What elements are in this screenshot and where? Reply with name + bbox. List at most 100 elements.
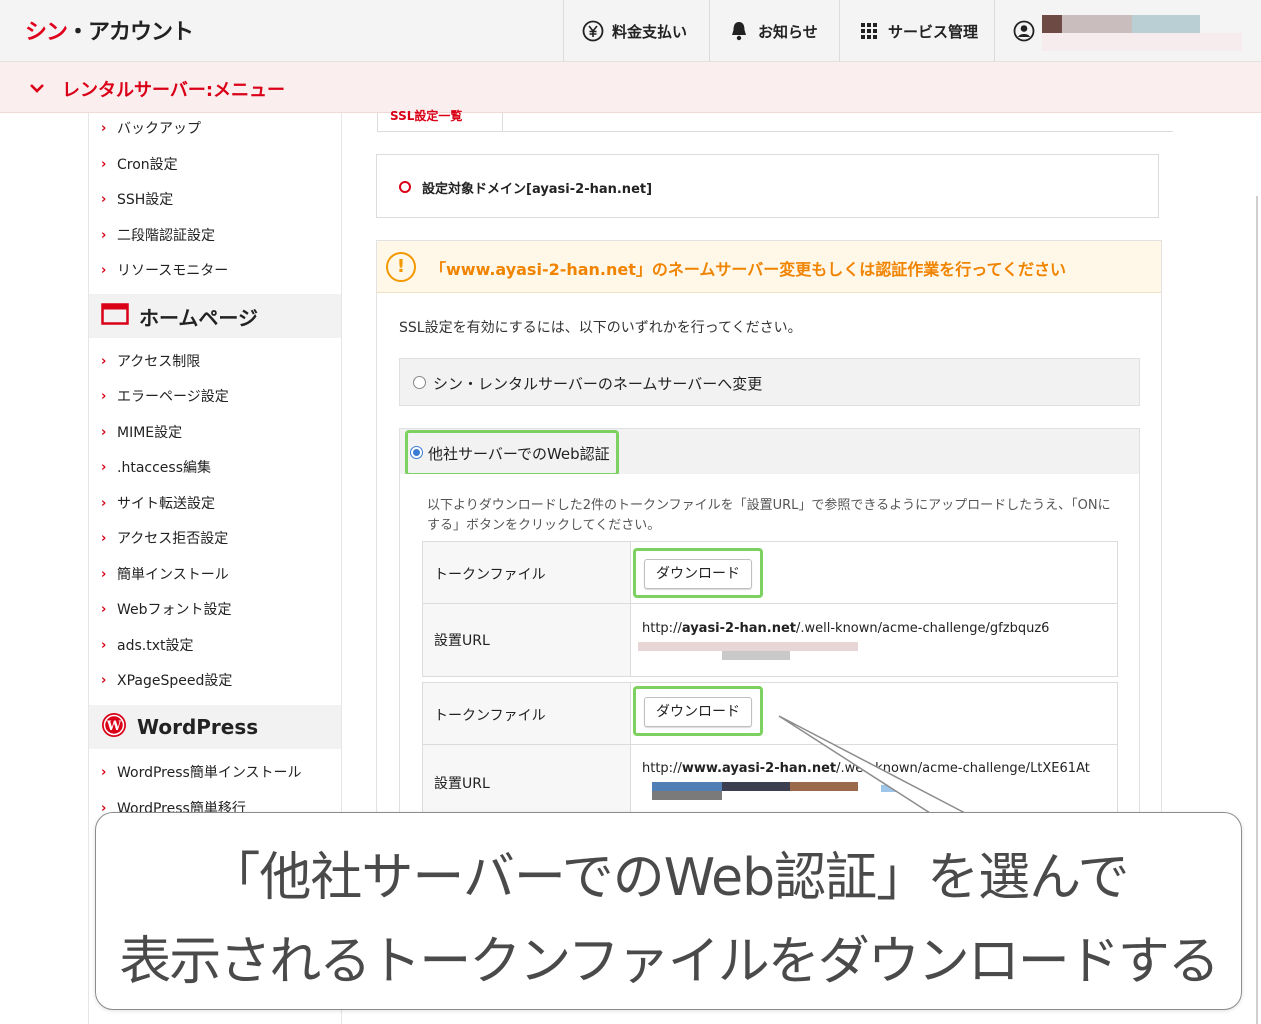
target-domain-box: 設定対象ドメイン[ayasi-2-han.net] bbox=[376, 154, 1159, 218]
redacted-token bbox=[881, 785, 901, 792]
tab-ssl-list-label: SSL設定一覧 bbox=[390, 109, 463, 123]
sidebar-item-label: アクセス制限 bbox=[117, 354, 201, 370]
sidebar-item-ssh[interactable]: › SSH設定 bbox=[101, 184, 173, 214]
sidebar-item-backup[interactable]: › バックアップ bbox=[101, 113, 201, 143]
sidebar-item-site-redirect[interactable]: › サイト転送設定 bbox=[101, 488, 215, 518]
sidebar-item-mime[interactable]: › MIME設定 bbox=[101, 417, 182, 447]
sidebar-item-htaccess[interactable]: › .htaccess編集 bbox=[101, 452, 211, 482]
app-logo[interactable]: シン・アカウント bbox=[25, 14, 194, 46]
url-suffix: /.well-known/acme-challenge/gfzbquz6 bbox=[795, 621, 1050, 636]
sidebar-section-title: WordPress bbox=[137, 715, 259, 739]
menu-title[interactable]: レンタルサーバー:メニュー bbox=[62, 76, 285, 102]
chevron-right-icon: › bbox=[101, 424, 107, 440]
callout-line-1: 「他社サーバーでのWeb認証」を選んで bbox=[208, 848, 1129, 908]
sidebar-item-wp-install[interactable]: › WordPress簡単インストール bbox=[101, 757, 302, 787]
rental-server-menu-bar[interactable]: レンタルサーバー:メニュー bbox=[0, 62, 1261, 113]
sidebar-section-homepage: ホームページ bbox=[89, 294, 341, 338]
chevron-right-icon: › bbox=[101, 601, 107, 617]
chevron-right-icon: › bbox=[101, 353, 107, 369]
install-url-label: 設置URL bbox=[434, 776, 490, 792]
chevron-down-icon[interactable] bbox=[29, 76, 45, 101]
option-web-auth-label[interactable]: 他社サーバーでのWeb認証 bbox=[428, 443, 610, 464]
web-auth-details: 以下よりダウンロードした2件のトークンファイルを「設置URL」で参照できるように… bbox=[399, 474, 1140, 835]
sidebar-item-access-limit[interactable]: › アクセス制限 bbox=[101, 346, 200, 376]
yen-icon bbox=[582, 20, 604, 42]
chevron-right-icon: › bbox=[101, 530, 107, 546]
sidebar-item-label: SSH設定 bbox=[117, 192, 174, 208]
url-domain: ayasi-2-han.net bbox=[681, 621, 796, 636]
sidebar-item-easy-install[interactable]: › 簡単インストール bbox=[101, 559, 229, 589]
sidebar-item-resource-monitor[interactable]: › リソースモニター bbox=[101, 255, 228, 285]
chevron-right-icon: › bbox=[101, 388, 107, 404]
redacted-token bbox=[638, 642, 858, 651]
chevron-right-icon: › bbox=[101, 227, 107, 243]
url-domain: www.ayasi-2-han.net bbox=[681, 761, 837, 776]
sidebar-item-xpagespeed[interactable]: › XPageSpeed設定 bbox=[101, 665, 232, 695]
tab-ssl-list[interactable]: SSL設定一覧 bbox=[377, 109, 503, 132]
radio-button-selected[interactable] bbox=[410, 446, 423, 459]
download-button[interactable]: ダウンロード bbox=[644, 697, 752, 727]
sidebar-item-label: バックアップ bbox=[117, 121, 201, 137]
account-name-redacted bbox=[1042, 33, 1242, 51]
chevron-right-icon: › bbox=[101, 566, 107, 582]
chevron-right-icon: › bbox=[101, 764, 107, 780]
url-prefix: http:// bbox=[642, 761, 682, 776]
sidebar-item-label: サイト転送設定 bbox=[117, 496, 215, 512]
intro-text: SSL設定を有効にするには、以下のいずれかを行ってください。 bbox=[399, 320, 802, 336]
chevron-right-icon: › bbox=[101, 262, 107, 278]
sidebar-section-title: ホームページ bbox=[139, 305, 258, 330]
sidebar-item-2fa[interactable]: › 二段階認証設定 bbox=[101, 220, 215, 250]
table-row: トークンファイル ダウンロード bbox=[423, 683, 1117, 745]
sidebar-section-wordpress: W WordPress bbox=[89, 705, 341, 749]
option-nameserver-change[interactable]: シン・レンタルサーバーのネームサーバーへ変更 bbox=[399, 358, 1140, 406]
redacted-token bbox=[722, 651, 790, 660]
sidebar-item-label: Cron設定 bbox=[117, 157, 178, 173]
url-prefix: http:// bbox=[642, 621, 682, 636]
sidebar-item-cron[interactable]: › Cron設定 bbox=[101, 149, 178, 179]
instruction-callout: 「他社サーバーでのWeb認証」を選んで 表示されるトークンファイルをダウンロード… bbox=[95, 812, 1242, 1010]
sidebar-item-access-deny[interactable]: › アクセス拒否設定 bbox=[101, 523, 228, 553]
nav-payment-label: 料金支払い bbox=[612, 22, 688, 41]
chevron-right-icon: › bbox=[101, 637, 107, 653]
logo-red-text: シン bbox=[25, 20, 68, 45]
sidebar-item-error-page[interactable]: › エラーページ設定 bbox=[101, 381, 229, 411]
table-key-cell: トークンファイル bbox=[423, 542, 631, 603]
sidebar-item-label: ads.txt設定 bbox=[117, 638, 194, 654]
nav-service-management[interactable]: サービス管理 bbox=[839, 0, 994, 62]
sidebar-item-label: WordPress簡単インストール bbox=[117, 765, 302, 781]
scrollbar[interactable] bbox=[1256, 196, 1258, 1024]
table-key-cell: トークンファイル bbox=[423, 683, 631, 744]
token-file-label: トークンファイル bbox=[434, 708, 546, 724]
callout-line-2: 表示されるトークンファイルをダウンロードする bbox=[119, 932, 1219, 992]
chevron-right-icon: › bbox=[101, 191, 107, 207]
table-key-cell: 設置URL bbox=[423, 604, 631, 676]
nav-payment[interactable]: 料金支払い bbox=[563, 0, 709, 62]
redacted-token bbox=[652, 782, 722, 791]
sidebar-item-label: リソースモニター bbox=[117, 263, 229, 279]
chevron-right-icon: › bbox=[101, 672, 107, 688]
install-url-label: 設置URL bbox=[434, 633, 490, 649]
nav-notice[interactable]: お知らせ bbox=[709, 0, 839, 62]
nav-service-label: サービス管理 bbox=[888, 22, 979, 41]
redacted-token bbox=[722, 782, 790, 791]
table-row: 設置URL http://ayasi-2-han.net/.well-known… bbox=[423, 604, 1117, 676]
sidebar-item-label: アクセス拒否設定 bbox=[117, 531, 229, 547]
redacted-token bbox=[652, 791, 722, 800]
top-header: シン・アカウント 料金支払い お知らせ サービス管理 bbox=[0, 0, 1261, 62]
sidebar-item-webfont[interactable]: › Webフォント設定 bbox=[101, 594, 232, 624]
exclamation-icon: ! bbox=[386, 252, 416, 282]
account-name-redacted bbox=[1042, 15, 1062, 33]
chevron-right-icon: › bbox=[101, 156, 107, 172]
sidebar-item-label: 二段階認証設定 bbox=[117, 228, 215, 244]
download-button[interactable]: ダウンロード bbox=[644, 559, 752, 589]
account-name-redacted bbox=[1132, 15, 1200, 33]
window-icon bbox=[101, 302, 129, 330]
sidebar-item-ads-txt[interactable]: › ads.txt設定 bbox=[101, 630, 193, 660]
sidebar-item-label: Webフォント設定 bbox=[117, 602, 232, 618]
option-web-auth[interactable]: 他社サーバーでのWeb認証 bbox=[399, 428, 1140, 476]
radio-button[interactable] bbox=[413, 376, 426, 389]
web-auth-description: 以下よりダウンロードした2件のトークンファイルを「設置URL」で参照できるように… bbox=[427, 498, 1111, 533]
svg-text:W: W bbox=[106, 719, 122, 734]
warning-text: 「www.ayasi-2-han.net」のネームサーバー変更もしくは認証作業を… bbox=[430, 260, 1066, 279]
option-nameserver-label[interactable]: シン・レンタルサーバーのネームサーバーへ変更 bbox=[433, 373, 762, 394]
